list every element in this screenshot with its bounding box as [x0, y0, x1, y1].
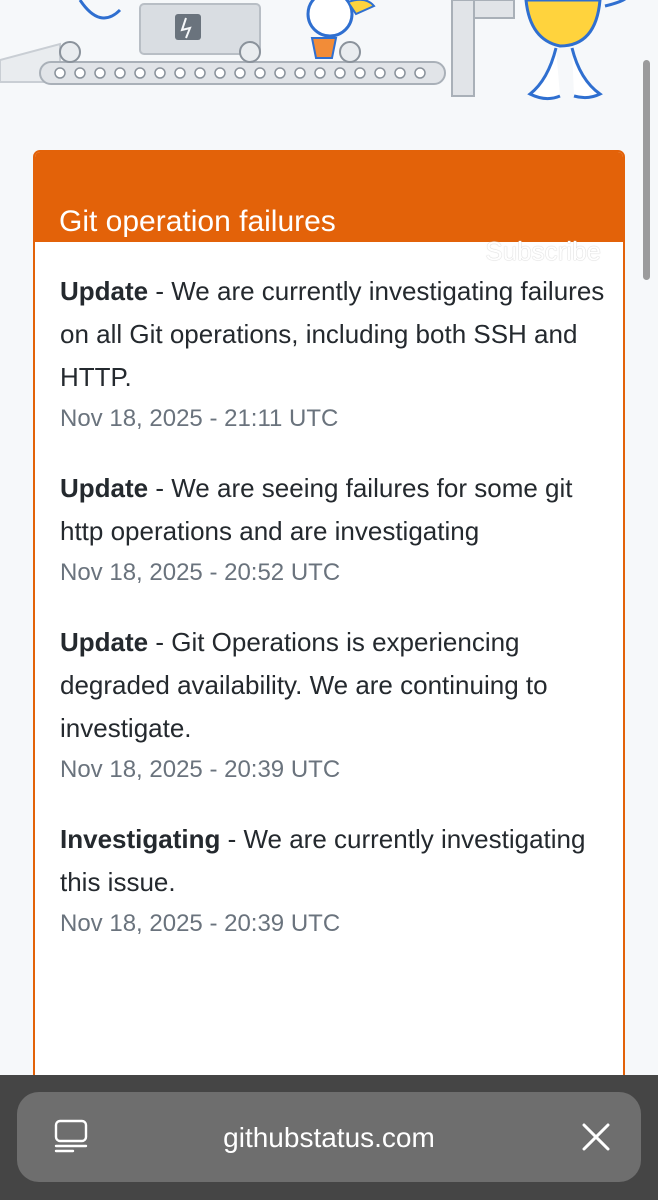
incident-update: Investigating - We are currently investi…: [60, 818, 605, 944]
update-timestamp: Nov 18, 2025 - 20:39 UTC: [60, 756, 341, 783]
subscribe-button[interactable]: Subscribe: [485, 236, 601, 267]
update-status: Update: [60, 473, 149, 503]
update-timestamp: Nov 18, 2025 - 20:52 UTC: [60, 559, 341, 586]
update-text: Update - We are seeing failures for some…: [60, 467, 605, 553]
incident-title: Git operation failures: [59, 205, 336, 239]
incident-update: Update - Git Operations is experiencing …: [60, 621, 605, 790]
incident-update: Update - We are seeing failures for some…: [60, 467, 605, 593]
browser-toolbar: githubstatus.com: [0, 1075, 658, 1200]
url-display[interactable]: githubstatus.com: [17, 1120, 641, 1156]
update-status: Update: [60, 276, 149, 306]
update-text: Update - We are currently investigating …: [60, 270, 605, 399]
incident-card: Git operation failures Subscribe Update …: [33, 150, 625, 1150]
header-illustration: [0, 0, 658, 120]
close-icon[interactable]: [579, 1120, 613, 1154]
update-timestamp: Nov 18, 2025 - 20:39 UTC: [60, 910, 341, 937]
update-timestamp: Nov 18, 2025 - 21:11 UTC: [60, 405, 339, 432]
update-status: Investigating: [60, 824, 221, 854]
address-bar[interactable]: githubstatus.com: [17, 1092, 641, 1182]
incident-header: Git operation failures: [35, 152, 623, 242]
update-text: Update - Git Operations is experiencing …: [60, 621, 605, 750]
update-status: Update: [60, 627, 149, 657]
incident-updates: Update - We are currently investigating …: [60, 270, 605, 972]
incident-update: Update - We are currently investigating …: [60, 270, 605, 439]
page-scrollbar[interactable]: [643, 60, 650, 280]
update-text: Investigating - We are currently investi…: [60, 818, 605, 904]
